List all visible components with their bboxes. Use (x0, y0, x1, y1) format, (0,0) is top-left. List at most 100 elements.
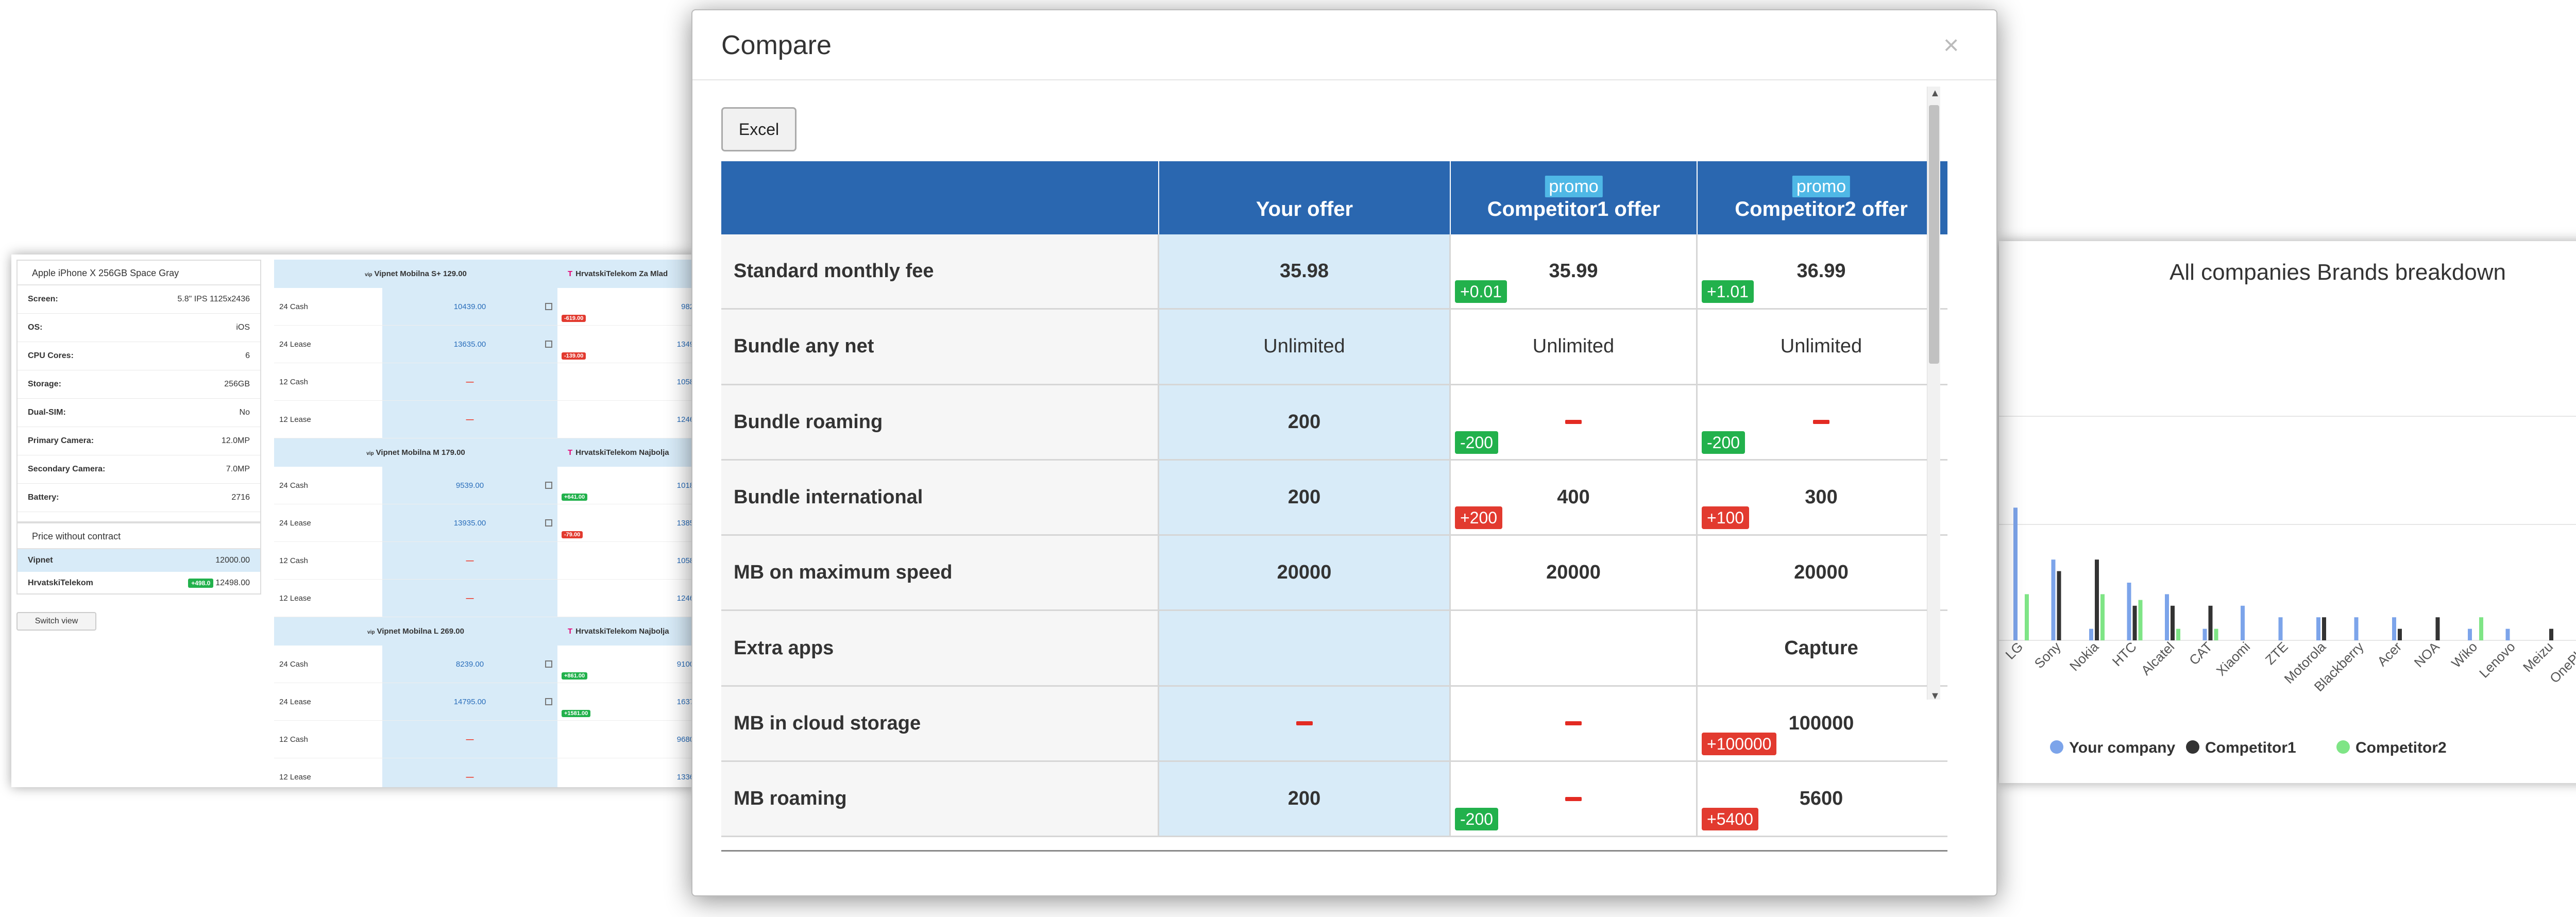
bar-zte-0[interactable] (2278, 617, 2283, 640)
legend-marker[interactable] (2186, 740, 2199, 754)
plan-title: HrvatskiTelekom Najbolja (575, 627, 669, 636)
compare-row-label: Extra apps (721, 611, 1159, 685)
bar-nokia-2[interactable] (2100, 594, 2105, 640)
plan-row-label: 12 Cash (279, 735, 308, 744)
bar-acer-0[interactable] (2392, 617, 2396, 640)
bar-xiaomi-0[interactable] (2241, 605, 2245, 640)
price-value: 12000.00 (215, 556, 250, 565)
bar-meizu-1[interactable] (2549, 629, 2553, 640)
vipnet-price[interactable]: 13635.00 (454, 340, 486, 349)
plan-row: 24 Lease13935.00-79.0013856.0 (274, 504, 697, 542)
spec-value: No (239, 408, 250, 417)
plan-title: Vipnet Mobilna S+ 129.00 (374, 269, 467, 278)
select-checkbox[interactable] (545, 341, 552, 348)
compare-value: 20000 (1794, 562, 1849, 584)
select-checkbox[interactable] (545, 519, 552, 527)
plan-header: vip Vipnet Mobilna M 179.00 T HrvatskiTelek… (274, 438, 697, 467)
plan-row-label: 24 Lease (279, 518, 311, 528)
bar-lg-2[interactable] (2025, 594, 2029, 640)
spec-row: Storage: 256GB (18, 370, 260, 399)
price-title: Price without contract (18, 523, 260, 549)
x-tick-label: Alcatel (2138, 639, 2177, 678)
scroll-up-arrow-icon[interactable]: ▲ (1930, 88, 1940, 99)
vipnet-price[interactable]: 10439.00 (454, 302, 486, 311)
legend-marker[interactable] (2336, 740, 2350, 754)
bar-cat-1[interactable] (2208, 605, 2213, 640)
spec-value: 12.0MP (221, 436, 250, 445)
select-checkbox[interactable] (545, 660, 552, 668)
plan-row-label: 24 Cash (279, 302, 308, 311)
bar-alcatel-1[interactable] (2171, 605, 2175, 640)
bar-blackberry-0[interactable] (2354, 617, 2359, 640)
bar-lenovo-0[interactable] (2505, 629, 2510, 640)
price-row-vipnet: Vipnet 12000.00 (18, 549, 260, 572)
price-diff-badge: +498.0 (188, 579, 214, 588)
vipnet-price[interactable]: 8239.00 (456, 660, 484, 669)
legend-label[interactable]: Competitor2 (2355, 739, 2447, 756)
vipnet-price[interactable]: 9539.00 (456, 481, 484, 490)
compare-value: 5600 (1799, 788, 1843, 810)
bar-motorola-0[interactable] (2316, 617, 2320, 640)
compare-value: 36.99 (1797, 260, 1846, 282)
bar-sony-0[interactable] (2051, 559, 2056, 640)
bar-wiko-0[interactable] (2468, 629, 2472, 640)
header-label-column (721, 161, 1159, 234)
bar-noa-1[interactable] (2435, 617, 2440, 640)
compare-row: Bundle roaming 200 -200 -200 (721, 385, 1947, 461)
scroll-down-arrow-icon[interactable]: ▼ (1930, 690, 1940, 702)
bar-alcatel-0[interactable] (2165, 594, 2169, 640)
x-tick-label: Meizu (2520, 639, 2556, 675)
bar-nokia-1[interactable] (2095, 559, 2099, 640)
compare-modal: Compare × Excel Your offer promo Competit… (691, 9, 1997, 896)
select-checkbox[interactable] (545, 303, 552, 310)
excel-export-button[interactable]: Excel (721, 107, 796, 151)
scrollbar-thumb[interactable] (1929, 105, 1939, 364)
bar-htc-2[interactable] (2138, 600, 2143, 640)
select-checkbox[interactable] (545, 698, 552, 705)
not-available-dash: — (466, 377, 474, 386)
bar-cat-0[interactable] (2202, 629, 2207, 640)
compare-value: Unlimited (1532, 335, 1615, 358)
switch-view-button[interactable]: Switch view (16, 612, 96, 631)
legend-label[interactable]: Your company (2069, 739, 2175, 756)
bar-nokia-0[interactable] (2089, 629, 2093, 640)
compare-row-label: MB in cloud storage (721, 686, 1159, 761)
price-operator-label: Vipnet (28, 556, 53, 565)
bar-htc-0[interactable] (2127, 583, 2131, 640)
compare-cell-c1 (1451, 611, 1698, 685)
bar-htc-1[interactable] (2132, 605, 2137, 640)
vipnet-price[interactable]: 14795.00 (454, 698, 486, 706)
compare-cell-c2: Capture (1698, 611, 1945, 685)
legend-label[interactable]: Competitor1 (2205, 739, 2296, 756)
plan-row-label: 24 Lease (279, 697, 311, 706)
legend-marker[interactable] (2050, 740, 2063, 754)
not-available-dash (1565, 796, 1582, 801)
plan-row-label: 12 Lease (279, 415, 311, 424)
spec-row: Battery: 2716 (18, 484, 260, 512)
compare-row-label: Bundle any net (721, 310, 1159, 384)
close-icon[interactable]: × (1943, 32, 1959, 59)
select-checkbox[interactable] (545, 482, 552, 489)
bar-alcatel-2[interactable] (2176, 629, 2180, 640)
compare-cell-c2: 100000 +100000 (1698, 686, 1945, 761)
plan-row: 24 Cash10439.00-619.009820.0 (274, 288, 697, 326)
bar-sony-1[interactable] (2057, 571, 2061, 640)
compare-cell-you (1159, 611, 1451, 685)
bar-motorola-1[interactable] (2322, 617, 2326, 640)
bar-lg-0[interactable] (2013, 507, 2018, 640)
plan-row: 12 Cash—10580.0 (274, 363, 697, 401)
spec-key: CPU Cores: (28, 351, 74, 360)
x-tick-label: Nokia (2066, 639, 2102, 674)
compare-value: 200 (1287, 411, 1321, 433)
compare-cell-c1: 400 +200 (1451, 460, 1698, 535)
plans-table: vip Vipnet Mobilna S+ 129.00 T HrvatskiTele… (274, 260, 697, 787)
spec-key: Dual-SIM: (28, 408, 66, 417)
plan-row: 24 Lease13635.00-139.0013496.0 (274, 326, 697, 363)
bar-wiko-2[interactable] (2479, 617, 2483, 640)
plan-row-label: 24 Lease (279, 339, 311, 349)
compare-value: Unlimited (1780, 335, 1862, 358)
spec-row: Screen: 5.8" IPS 1125x2436 (18, 285, 260, 314)
bar-acer-1[interactable] (2398, 629, 2402, 640)
vipnet-price[interactable]: 13935.00 (454, 519, 486, 528)
bar-cat-2[interactable] (2214, 629, 2218, 640)
